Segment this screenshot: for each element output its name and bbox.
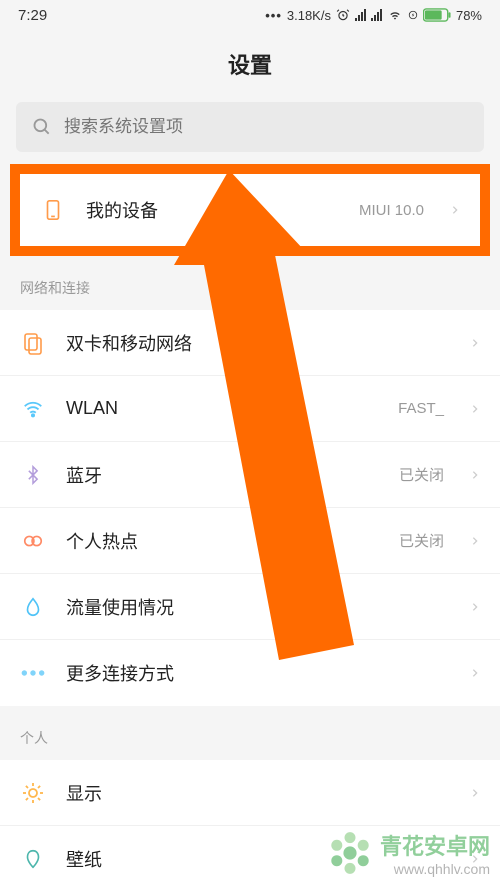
item-label: WLAN [66,398,378,419]
hotspot-item[interactable]: 个人热点 已关闭 [0,508,500,574]
item-label: 更多连接方式 [66,660,450,686]
wifi-status-icon [387,8,403,22]
charge-icon [408,8,418,22]
item-value: 已关闭 [399,530,444,551]
watermark-title: 青花安卓网 [380,829,490,861]
watermark-logo-icon [328,831,372,875]
status-dots: ••• [265,8,282,23]
battery-icon [423,8,451,22]
phone-icon [40,197,66,223]
wlan-item[interactable]: WLAN FAST_ [0,376,500,442]
more-icon [20,660,46,686]
search-icon [32,117,52,137]
display-icon [20,780,46,806]
my-device-item[interactable]: 我的设备 MIUI 10.0 [20,174,480,246]
section-network: 双卡和移动网络 WLAN FAST_ 蓝牙 已关闭 个人热点 已关闭 流量使用情… [0,310,500,706]
item-value: 已关闭 [399,464,444,485]
item-label: 双卡和移动网络 [66,330,450,356]
status-indicators: ••• 3.18K/s 78% [265,8,482,23]
wallpaper-icon [20,846,46,872]
data-usage-item[interactable]: 流量使用情况 [0,574,500,640]
item-label: 我的设备 [86,197,339,223]
status-bar: 7:29 ••• 3.18K/s 78% [0,0,500,30]
data-speed: 3.18K/s [287,8,331,23]
chevron-right-icon [470,401,480,417]
highlighted-my-device: 我的设备 MIUI 10.0 [10,164,490,256]
chevron-right-icon [470,467,480,483]
status-time: 7:29 [18,7,47,24]
hotspot-icon [20,528,46,554]
signal-icon-2 [371,9,382,21]
data-usage-icon [20,594,46,620]
chevron-right-icon [450,202,460,218]
chevron-right-icon [470,533,480,549]
bluetooth-icon [20,462,46,488]
bluetooth-item[interactable]: 蓝牙 已关闭 [0,442,500,508]
item-label: 蓝牙 [66,462,379,488]
item-value: FAST_ [398,400,444,417]
battery-percent: 78% [456,8,482,23]
search-bar[interactable] [16,102,484,152]
signal-icon-1 [355,9,366,21]
more-connections-item[interactable]: 更多连接方式 [0,640,500,706]
chevron-right-icon [470,335,480,351]
item-label: 流量使用情况 [66,594,450,620]
chevron-right-icon [470,785,480,801]
item-label: 个人热点 [66,528,379,554]
search-input[interactable] [64,117,468,137]
alarm-icon [336,8,350,22]
wifi-icon [20,396,46,422]
chevron-right-icon [470,665,480,681]
item-label: 显示 [66,780,450,806]
dual-sim-item[interactable]: 双卡和移动网络 [0,310,500,376]
section-header-network: 网络和连接 [0,256,500,310]
watermark: 青花安卓网 www.qhhlv.com [328,829,490,877]
sim-icon [20,330,46,356]
section-header-personal: 个人 [0,706,500,760]
display-item[interactable]: 显示 [0,760,500,826]
page-title: 设置 [0,30,500,102]
item-value: MIUI 10.0 [359,202,424,219]
chevron-right-icon [470,599,480,615]
watermark-url: www.qhhlv.com [380,861,490,877]
